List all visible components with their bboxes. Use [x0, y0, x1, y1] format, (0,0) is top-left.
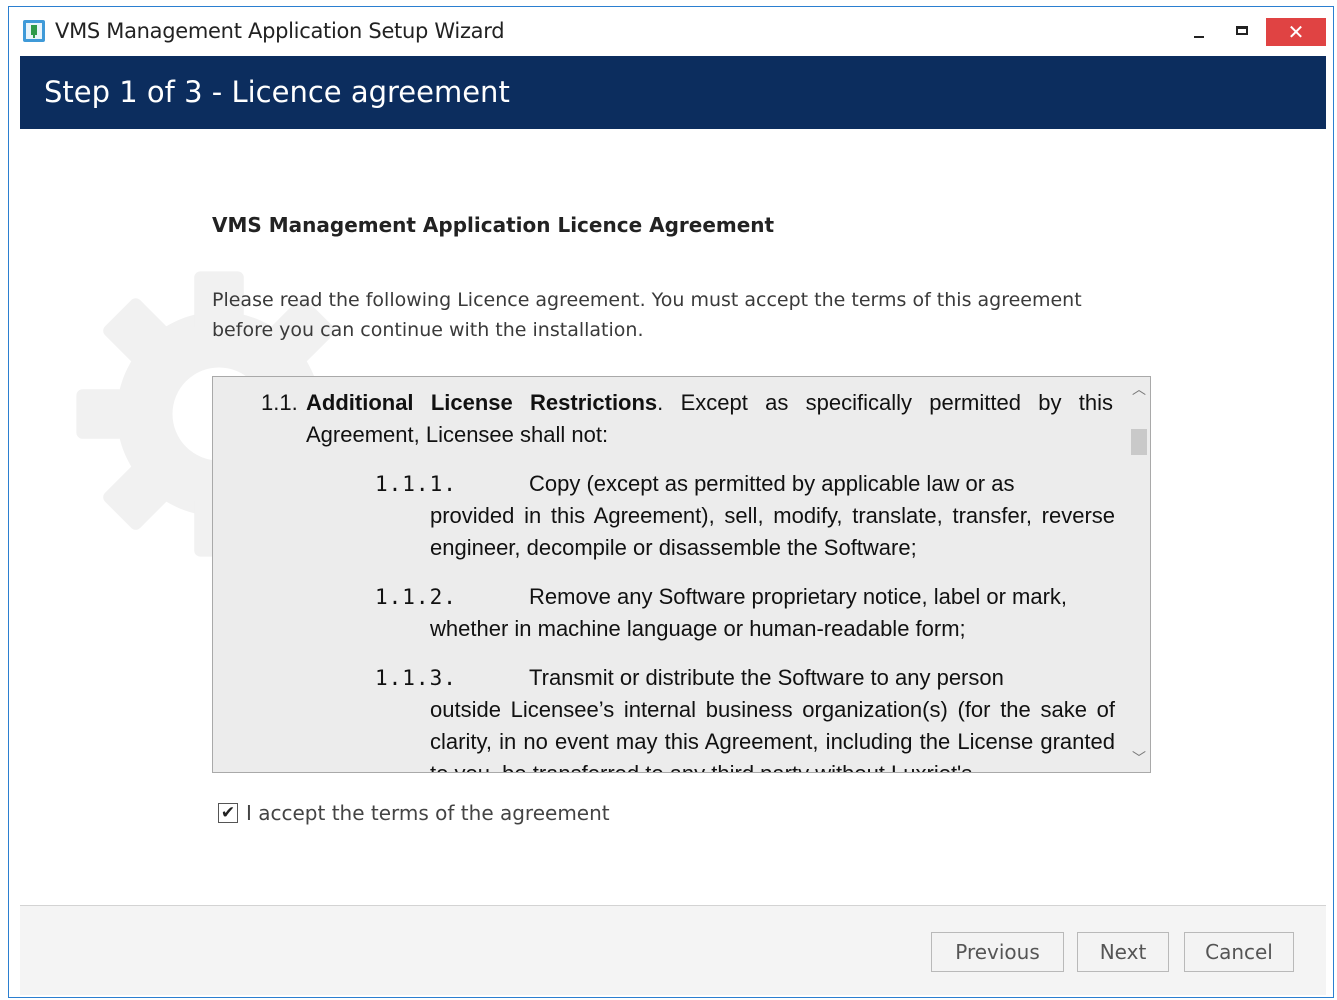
setup-app-icon — [23, 20, 45, 42]
maximize-button[interactable] — [1225, 18, 1259, 46]
subclause-number: 1.1.1. — [375, 472, 457, 496]
scroll-thumb[interactable] — [1131, 429, 1147, 455]
license-text: 1.1. Additional License Restrictions. Ex… — [213, 377, 1131, 772]
license-subclause: 1.1.1. Copy (except as permitted by appli… — [375, 468, 1115, 564]
subclause-text: provided in this Agreement), sell, modif… — [430, 503, 1115, 560]
subclause-number: 1.1.2. — [375, 585, 457, 609]
next-button[interactable]: Next — [1077, 932, 1169, 972]
minimize-button[interactable] — [1182, 18, 1216, 46]
scroll-down-icon[interactable]: ﹀ — [1128, 748, 1150, 770]
accept-terms-checkbox[interactable]: ✔ — [218, 803, 238, 823]
subclause-text: outside Licensee’s internal business org… — [430, 697, 1115, 772]
clause-number: 1.1. — [261, 390, 298, 415]
wizard-content: VMS Management Application Licence Agree… — [20, 129, 1326, 905]
previous-button[interactable]: Previous — [931, 932, 1064, 972]
step-header: Step 1 of 3 - Licence agreement — [20, 56, 1326, 129]
cancel-button[interactable]: Cancel — [1184, 932, 1294, 972]
accept-terms-label[interactable]: I accept the terms of the agreement — [246, 801, 610, 825]
subclause-first-line: Copy (except as permitted by applicable … — [529, 471, 1015, 496]
window-title: VMS Management Application Setup Wizard — [55, 19, 505, 43]
license-scrollbar[interactable]: ︿ ﹀ — [1128, 377, 1150, 772]
license-text-box[interactable]: 1.1. Additional License Restrictions. Ex… — [212, 376, 1151, 773]
close-button[interactable]: ✕ — [1266, 18, 1326, 46]
agreement-title: VMS Management Application Licence Agree… — [212, 213, 775, 237]
setup-wizard-window: VMS Management Application Setup Wizard … — [8, 6, 1334, 998]
step-title: Step 1 of 3 - Licence agreement — [44, 75, 510, 109]
subclause-number: 1.1.3. — [375, 666, 457, 690]
subclause-first-line: Remove any Software proprietary notice, … — [529, 584, 1068, 609]
subclause-first-line: Transmit or distribute the Software to a… — [529, 665, 1004, 690]
wizard-footer: Previous Next Cancel — [20, 905, 1326, 995]
license-subclause: 1.1.2. Remove any Software proprietary no… — [375, 581, 1115, 645]
license-subclause: 1.1.3. Transmit or distribute the Softwar… — [375, 662, 1115, 772]
title-bar[interactable]: VMS Management Application Setup Wizard … — [9, 7, 1333, 55]
license-clause: 1.1. Additional License Restrictions. Ex… — [261, 387, 1113, 451]
instruction-text: Please read the following Licence agreem… — [212, 289, 1082, 341]
subclause-text: whether in machine language or human-rea… — [430, 616, 966, 641]
scroll-up-icon[interactable]: ︿ — [1128, 379, 1150, 401]
clause-heading: Additional License Restrictions — [306, 390, 658, 415]
